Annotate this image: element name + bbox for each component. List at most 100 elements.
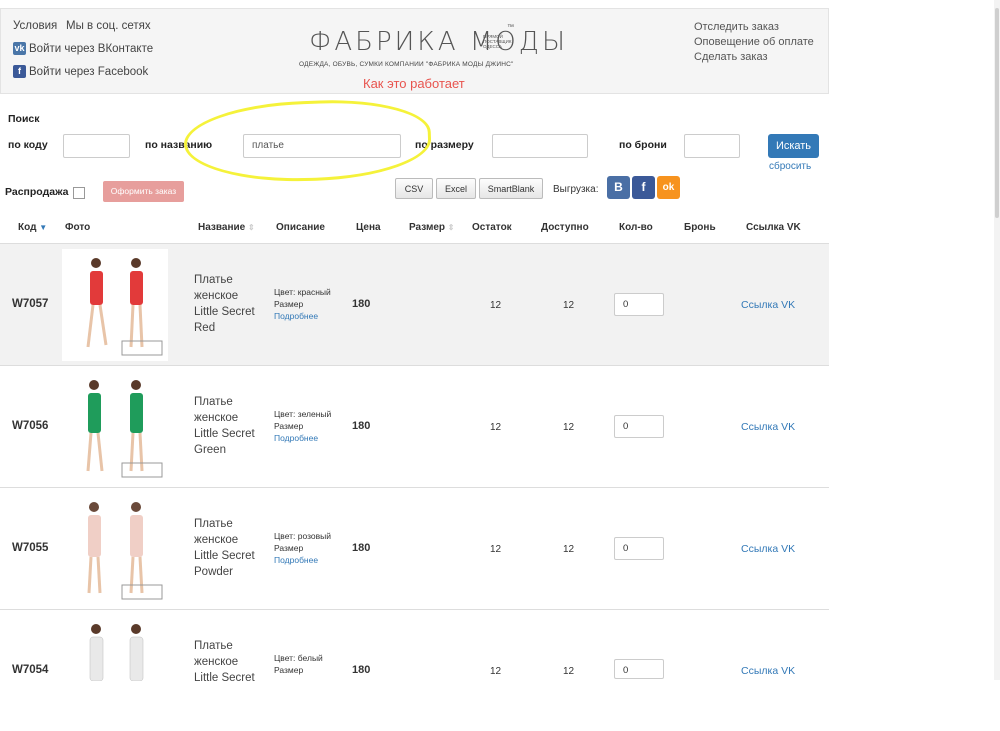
sale-label: Распродажа — [5, 186, 69, 198]
product-stock: 12 — [490, 666, 502, 677]
by-code-label: по коду — [8, 139, 48, 151]
share-facebook-button[interactable]: f — [632, 176, 655, 199]
product-description: Цвет: зеленый Размер Подробнее — [274, 408, 344, 444]
dress-photo-icon — [87, 502, 163, 600]
col-description: Описание — [276, 222, 325, 233]
product-photo[interactable] — [62, 493, 168, 605]
search-button[interactable]: Искать — [768, 134, 819, 158]
quantity-input[interactable]: 0 — [614, 659, 664, 679]
social-networks-link[interactable]: Мы в соц. сетях — [66, 20, 151, 32]
quantity-input[interactable]: 0 — [614, 537, 664, 560]
product-price: 180 — [352, 664, 371, 676]
product-code: W7055 — [12, 542, 49, 554]
export-csv-button[interactable]: CSV — [395, 178, 433, 199]
details-link[interactable]: Подробнее — [274, 554, 344, 566]
product-code: W7057 — [12, 298, 49, 310]
product-name: Платье женское Little Secret Powder — [194, 518, 255, 578]
col-code[interactable]: Код ▼ — [18, 222, 47, 233]
product-available: 12 — [563, 544, 575, 555]
place-order-button[interactable]: Оформить заказ — [103, 181, 184, 202]
vk-link[interactable]: Ссылка VK — [741, 543, 795, 555]
vk-link[interactable]: Ссылка VK — [741, 665, 795, 677]
sale-checkbox[interactable] — [73, 187, 85, 199]
vk-login-button[interactable]: vk Войти через ВКонтакте — [13, 42, 153, 55]
sort-icon: ⇕ — [447, 223, 455, 232]
table-row: W7054 Платье женское Little Secret Цвет:… — [0, 609, 829, 731]
product-photo[interactable] — [62, 249, 168, 361]
vk-icon: vk — [13, 42, 26, 55]
share-ok-button[interactable]: ok — [657, 176, 680, 199]
col-vk-link: Ссылка VK — [746, 222, 801, 233]
vk-link[interactable]: Ссылка VK — [741, 421, 795, 433]
vk-share-icon: B — [614, 180, 623, 194]
booking-search-input[interactable] — [684, 134, 740, 158]
product-available: 12 — [563, 666, 575, 677]
facebook-share-icon: f — [641, 180, 646, 194]
details-link[interactable]: Подробнее — [274, 432, 344, 444]
logo-trademark: ™ — [507, 24, 514, 31]
dress-photo-icon — [89, 624, 144, 682]
col-name[interactable]: Название ⇕ — [198, 222, 255, 233]
track-order-link[interactable]: Отследить заказ — [694, 21, 779, 33]
share-vk-button[interactable]: B — [607, 176, 630, 199]
dress-photo-icon — [86, 258, 163, 356]
col-stock[interactable]: Остаток — [472, 222, 512, 233]
scrollbar-thumb[interactable] — [995, 8, 999, 218]
sort-desc-icon: ▼ — [39, 223, 48, 232]
col-size[interactable]: Размер ⇕ — [409, 222, 455, 233]
how-it-works-link[interactable]: Как это работает — [363, 76, 465, 91]
col-photo: Фото — [65, 222, 91, 233]
product-description: Цвет: розовый Размер Подробнее — [274, 530, 344, 566]
dress-photo-icon — [86, 380, 163, 478]
details-link[interactable]: Подробнее — [274, 310, 344, 322]
odnoklassniki-icon: ok — [662, 182, 675, 193]
table-row: W7055 Платье женское Little Secret Powde… — [0, 487, 829, 609]
fb-login-label: Войти через Facebook — [29, 65, 149, 78]
product-code: W7054 — [12, 664, 49, 676]
product-photo[interactable] — [62, 371, 168, 483]
product-price: 180 — [352, 542, 371, 554]
col-booking: Бронь — [684, 222, 716, 233]
quantity-input[interactable]: 0 — [614, 415, 664, 438]
product-stock: 12 — [490, 544, 502, 555]
vk-login-label: Войти через ВКонтакте — [29, 42, 154, 55]
product-name: Платье женское Little Secret Red — [194, 274, 255, 334]
fb-login-button[interactable]: f Войти через Facebook — [13, 65, 148, 78]
quantity-input[interactable]: 0 — [614, 293, 664, 316]
product-name: Платье женское Little Secret Green — [194, 396, 255, 456]
size-search-input[interactable] — [492, 134, 588, 158]
product-code: W7056 — [12, 420, 49, 432]
product-description: Цвет: белый Размер — [274, 653, 323, 675]
product-available: 12 — [563, 422, 575, 433]
table-row: W7057 Платье женское Little Secret Red Ц… — [0, 243, 829, 365]
code-search-input[interactable] — [63, 134, 130, 158]
site-header: Условия Мы в соц. сетях vk Войти через В… — [0, 8, 829, 94]
table-row: W7056 Платье женское Little Secret Green… — [0, 365, 829, 487]
terms-link[interactable]: Условия — [13, 20, 57, 32]
facebook-icon: f — [13, 65, 26, 78]
export-smartblank-button[interactable]: SmartBlank — [479, 178, 543, 199]
product-price: 180 — [352, 420, 371, 432]
highlight-annotation — [182, 96, 433, 186]
col-quantity: Кол-во — [619, 222, 653, 233]
payment-notice-link[interactable]: Оповещение об оплате — [694, 36, 814, 48]
export-excel-button[interactable]: Excel — [436, 178, 476, 199]
by-booking-label: по брони — [619, 139, 667, 151]
export-label: Выгрузка: — [553, 184, 599, 195]
col-available[interactable]: Доступно — [541, 222, 589, 233]
col-price[interactable]: Цена — [356, 222, 381, 233]
vk-link[interactable]: Ссылка VK — [741, 299, 795, 311]
product-available: 12 — [563, 300, 575, 311]
site-tagline: ОДЕЖДА, ОБУВЬ, СУМКИ КОМПАНИИ "ФАБРИКА М… — [299, 61, 514, 68]
product-name: Платье женское Little Secret — [194, 640, 255, 681]
product-price: 180 — [352, 298, 371, 310]
product-photo[interactable] — [62, 615, 168, 727]
search-title: Поиск — [8, 113, 40, 125]
product-stock: 12 — [490, 300, 502, 311]
make-order-link[interactable]: Сделать заказ — [694, 51, 768, 63]
reset-link[interactable]: сбросить — [769, 161, 811, 172]
site-logo[interactable]: ФАБРИКА МОДЫ — [309, 27, 568, 57]
sort-icon: ⇕ — [247, 223, 255, 232]
logo-subtitle: ПРЯМОЙ ПОСТАВЩИК ОДЕССА — [483, 34, 512, 49]
product-description: Цвет: красный Размер Подробнее — [274, 286, 344, 322]
